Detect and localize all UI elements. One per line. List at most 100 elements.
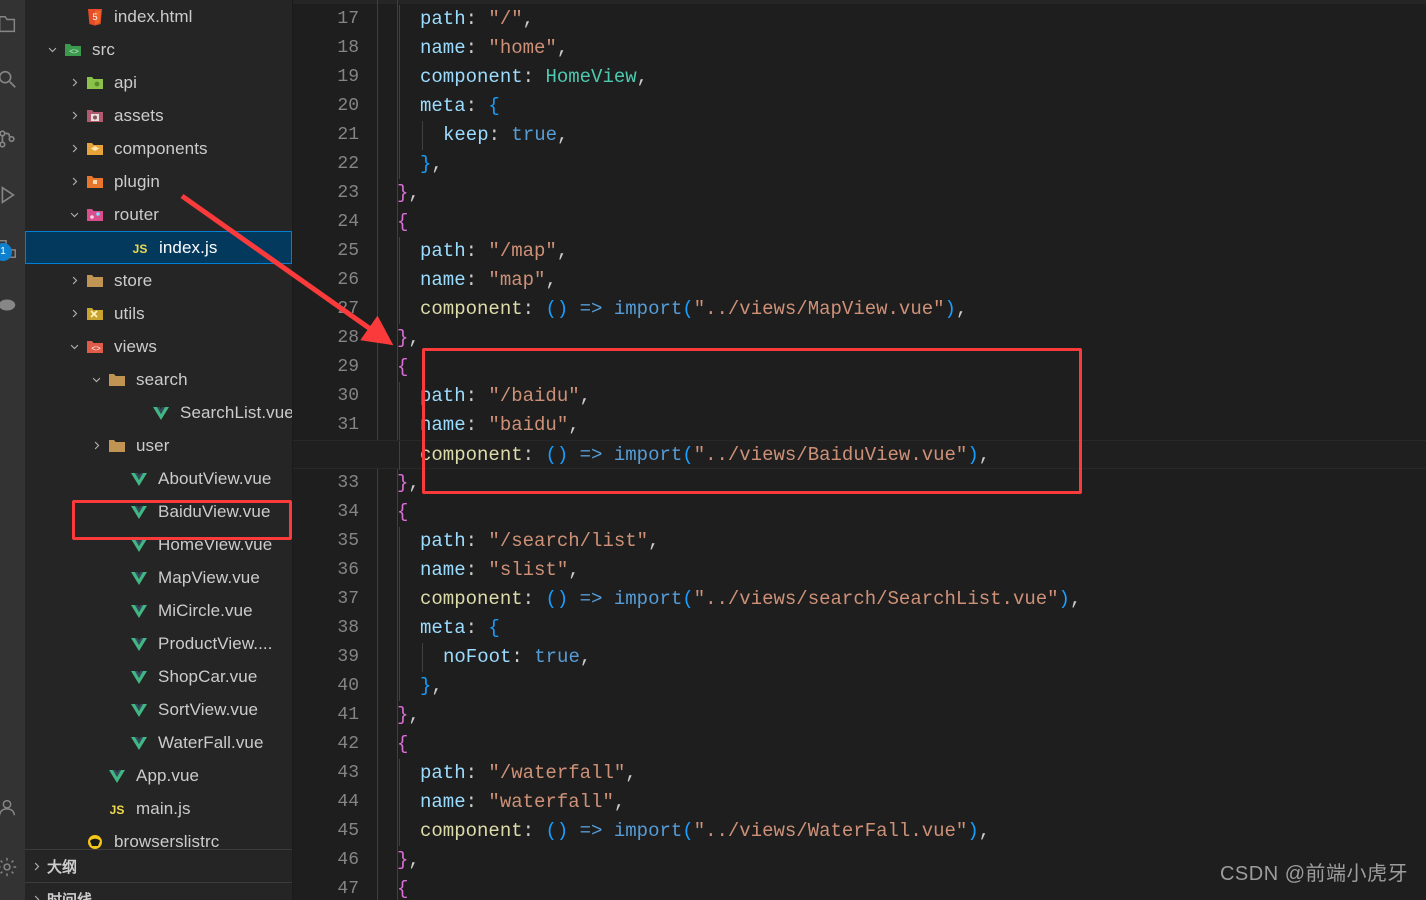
tree-item[interactable]: MapView.vue [25, 561, 292, 594]
timeline-panel-header[interactable]: 时间线 [25, 882, 292, 900]
explorer-icon[interactable] [0, 8, 24, 42]
code-editor[interactable]: 1718192021222324252627282930313233343536… [293, 0, 1426, 900]
vue-icon [149, 401, 173, 425]
tree-item-label: views [114, 337, 157, 357]
code-line[interactable]: component: () => import("../views/search… [293, 585, 1426, 614]
code-text: component: () => import("../views/BaiduV… [420, 441, 990, 470]
code-line[interactable]: }, [293, 469, 1426, 498]
code-token: "/baidu" [488, 385, 579, 407]
outline-panel-header[interactable]: 大纲 [25, 849, 292, 882]
code-line[interactable]: }, [293, 324, 1426, 353]
tree-item[interactable]: AboutView.vue [25, 462, 292, 495]
code-token: : [466, 8, 489, 30]
chevron-down-icon[interactable] [65, 198, 83, 231]
tree-item[interactable]: SearchList.vue [25, 396, 292, 429]
code-token: component [420, 444, 523, 466]
code-token: , [956, 298, 967, 320]
code-line[interactable]: path: "/baidu", [293, 382, 1426, 411]
code-line[interactable]: }, [293, 150, 1426, 179]
code-line[interactable]: }, [293, 672, 1426, 701]
chevron-right-icon[interactable] [65, 165, 83, 198]
indent-guide [399, 614, 400, 643]
code-line[interactable]: }, [293, 179, 1426, 208]
code-line[interactable]: path: "/search/list", [293, 527, 1426, 556]
code-text: }, [420, 672, 443, 701]
tree-item[interactable]: utils [25, 297, 292, 330]
run-debug-icon[interactable] [0, 178, 24, 212]
file-tree[interactable]: 5index.html<>srcapiassetscomponentsplugi… [25, 0, 292, 849]
tree-item[interactable]: JSmain.js [25, 792, 292, 825]
tree-item[interactable]: api [25, 66, 292, 99]
search-icon[interactable] [0, 62, 24, 96]
tree-item[interactable]: App.vue [25, 759, 292, 792]
indent-guide [422, 121, 423, 150]
code-line[interactable]: name: "map", [293, 266, 1426, 295]
tree-item-selected[interactable]: JSindex.js [25, 231, 292, 264]
chevron-down-icon[interactable] [43, 33, 61, 66]
tree-item[interactable]: browserslistrc [25, 825, 292, 849]
tree-item[interactable]: assets [25, 99, 292, 132]
code-line[interactable]: name: "slist", [293, 556, 1426, 585]
tree-item-label: store [114, 271, 152, 291]
code-line[interactable]: meta: { [293, 614, 1426, 643]
code-token: { [397, 733, 408, 755]
code-line[interactable]: component: () => import("../views/WaterF… [293, 817, 1426, 846]
code-token: component [420, 66, 523, 88]
code-token: : [523, 444, 546, 466]
code-line[interactable]: { [293, 498, 1426, 527]
code-line[interactable]: keep: true, [293, 121, 1426, 150]
chevron-right-icon[interactable] [65, 66, 83, 99]
tree-item[interactable]: 5index.html [25, 0, 292, 33]
chevron-right-icon[interactable] [65, 99, 83, 132]
code-token: : [523, 588, 546, 610]
code-line[interactable]: component: HomeView, [293, 63, 1426, 92]
code-content[interactable]: path: "/",name: "home",component: HomeVi… [293, 0, 1426, 900]
account-icon[interactable] [0, 790, 24, 824]
vscode-window: 1 5index.html<>srcapiassetscomponentsplu… [0, 0, 1426, 900]
chevron-right-icon[interactable] [65, 297, 83, 330]
tree-item[interactable]: search [25, 363, 292, 396]
code-line[interactable]: { [293, 353, 1426, 382]
tree-item[interactable]: HomeView.vue [25, 528, 292, 561]
code-line[interactable]: path: "/map", [293, 237, 1426, 266]
code-token: => [568, 444, 614, 466]
tree-item[interactable]: <>src [25, 33, 292, 66]
tree-item-label: MapView.vue [158, 568, 260, 588]
remote-explorer-icon[interactable] [0, 288, 24, 322]
tree-item[interactable]: ShopCar.vue [25, 660, 292, 693]
vue-icon [127, 698, 151, 722]
code-line[interactable]: component: () => import("../views/MapVie… [293, 295, 1426, 324]
code-line[interactable]: noFoot: true, [293, 643, 1426, 672]
chevron-right-icon[interactable] [65, 264, 83, 297]
tree-item[interactable]: MiCircle.vue [25, 594, 292, 627]
code-line[interactable]: { [293, 730, 1426, 759]
tree-item[interactable]: WaterFall.vue [25, 726, 292, 759]
tree-item[interactable]: <>views [25, 330, 292, 363]
chevron-right-icon[interactable] [65, 132, 83, 165]
code-token: : [523, 820, 546, 842]
code-line[interactable]: path: "/waterfall", [293, 759, 1426, 788]
settings-gear-icon[interactable] [0, 850, 24, 884]
tree-item[interactable]: ProductView.... [25, 627, 292, 660]
tree-item[interactable]: store [25, 264, 292, 297]
folder-icon [83, 269, 107, 293]
tree-item[interactable]: SortView.vue [25, 693, 292, 726]
chevron-down-icon[interactable] [65, 330, 83, 363]
code-line[interactable]: name: "home", [293, 34, 1426, 63]
code-line[interactable]: component: () => import("../views/BaiduV… [293, 440, 1426, 469]
code-line[interactable]: path: "/", [293, 5, 1426, 34]
tree-item[interactable]: BaiduView.vue [25, 495, 292, 528]
code-line[interactable]: { [293, 208, 1426, 237]
chevron-down-icon[interactable] [87, 363, 105, 396]
code-line[interactable]: name: "baidu", [293, 411, 1426, 440]
code-line[interactable]: name: "waterfall", [293, 788, 1426, 817]
tree-item[interactable]: router [25, 198, 292, 231]
code-token: "/map" [488, 240, 556, 262]
tree-item[interactable]: components [25, 132, 292, 165]
code-line[interactable]: }, [293, 701, 1426, 730]
code-line[interactable]: meta: { [293, 92, 1426, 121]
tree-item[interactable]: plugin [25, 165, 292, 198]
source-control-icon[interactable] [0, 122, 24, 156]
tree-item[interactable]: user [25, 429, 292, 462]
chevron-right-icon[interactable] [87, 429, 105, 462]
